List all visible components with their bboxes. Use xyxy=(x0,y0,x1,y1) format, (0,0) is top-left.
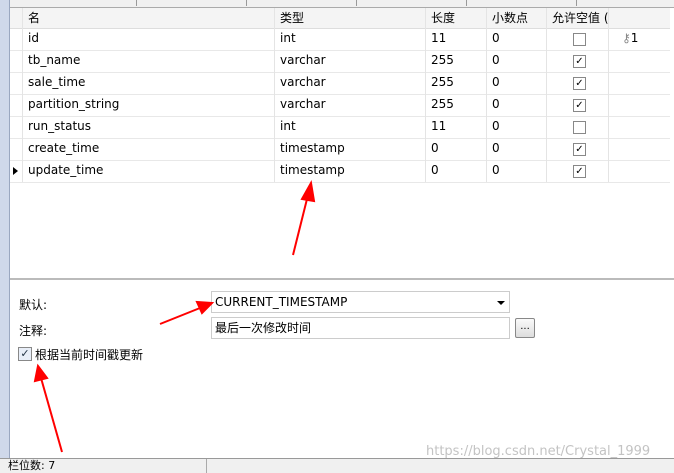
nullable-cell[interactable] xyxy=(546,28,608,50)
table-row[interactable]: sale_time varchar 255 0 ✓ xyxy=(10,72,670,95)
field-decimal[interactable]: 0 xyxy=(486,28,546,50)
watermark: https://blog.csdn.net/Crystal_1999 xyxy=(426,444,651,459)
key-cell[interactable] xyxy=(608,50,670,72)
row-indicator[interactable] xyxy=(10,116,22,138)
col-header-key[interactable] xyxy=(608,8,670,28)
nullable-checkbox[interactable]: ✓ xyxy=(573,165,586,178)
col-header-type[interactable]: 类型 xyxy=(274,8,425,28)
fields-grid: 名 类型 长度 小数点 允许空值 ( id int 11 0 ⚷1 tb_nam… xyxy=(10,8,674,280)
header-indicator xyxy=(10,8,22,28)
field-decimal[interactable]: 0 xyxy=(486,72,546,94)
nullable-checkbox[interactable]: ✓ xyxy=(573,55,586,68)
nullable-cell[interactable] xyxy=(546,116,608,138)
comment-input[interactable]: 最后一次修改时间 xyxy=(211,317,510,339)
status-bar: 栏位数: 7 xyxy=(0,458,674,473)
arrow-to-default xyxy=(159,307,201,325)
table-row[interactable]: partition_string varchar 255 0 ✓ xyxy=(10,94,670,117)
key-order: 1 xyxy=(630,31,639,45)
on-update-label: 根据当前时间戳更新 xyxy=(35,348,144,362)
field-name[interactable]: partition_string xyxy=(22,94,274,116)
field-name[interactable]: sale_time xyxy=(22,72,274,94)
nullable-checkbox[interactable]: ✓ xyxy=(573,99,586,112)
row-indicator[interactable] xyxy=(10,160,22,182)
field-length[interactable]: 11 xyxy=(425,28,486,50)
field-decimal[interactable]: 0 xyxy=(486,94,546,116)
field-type[interactable]: timestamp xyxy=(274,138,425,160)
nullable-cell[interactable]: ✓ xyxy=(546,160,608,182)
default-label: 默认: xyxy=(19,298,48,312)
field-name[interactable]: id xyxy=(22,28,274,50)
field-name[interactable]: create_time xyxy=(22,138,274,160)
field-name[interactable]: tb_name xyxy=(22,50,274,72)
field-name[interactable]: run_status xyxy=(22,116,274,138)
field-decimal[interactable]: 0 xyxy=(486,116,546,138)
current-row-pointer-icon xyxy=(13,167,18,175)
field-length[interactable]: 255 xyxy=(425,94,486,116)
key-cell[interactable]: ⚷1 xyxy=(608,28,670,50)
nullable-cell[interactable]: ✓ xyxy=(546,50,608,72)
left-panel-edge xyxy=(0,0,10,472)
field-type[interactable]: int xyxy=(274,116,425,138)
table-row[interactable]: create_time timestamp 0 0 ✓ xyxy=(10,138,670,161)
default-value: CURRENT_TIMESTAMP xyxy=(215,295,348,309)
table-row[interactable]: update_time timestamp 0 0 ✓ xyxy=(10,160,670,183)
row-indicator[interactable] xyxy=(10,72,22,94)
nullable-cell[interactable]: ✓ xyxy=(546,72,608,94)
col-header-decimal[interactable]: 小数点 xyxy=(486,8,546,28)
field-decimal[interactable]: 0 xyxy=(486,50,546,72)
field-type[interactable]: timestamp xyxy=(274,160,425,182)
field-length[interactable]: 255 xyxy=(425,72,486,94)
arrow-to-checkbox xyxy=(40,377,63,453)
dropdown-arrow-icon[interactable] xyxy=(497,301,505,305)
key-cell[interactable] xyxy=(608,116,670,138)
col-header-length[interactable]: 长度 xyxy=(425,8,486,28)
field-length[interactable]: 0 xyxy=(425,138,486,160)
nullable-checkbox[interactable]: ✓ xyxy=(573,77,586,90)
row-indicator[interactable] xyxy=(10,138,22,160)
comment-browse-button[interactable]: ... xyxy=(515,318,535,338)
field-decimal[interactable]: 0 xyxy=(486,138,546,160)
nullable-cell[interactable]: ✓ xyxy=(546,138,608,160)
nullable-checkbox[interactable] xyxy=(573,121,586,134)
table-row[interactable]: id int 11 0 ⚷1 xyxy=(10,28,670,51)
default-select[interactable]: CURRENT_TIMESTAMP xyxy=(211,291,510,313)
nullable-checkbox[interactable] xyxy=(573,33,586,46)
nullable-checkbox[interactable]: ✓ xyxy=(573,143,586,156)
col-header-nullable[interactable]: 允许空值 ( xyxy=(546,8,608,28)
key-icon: ⚷ xyxy=(622,31,631,45)
key-cell[interactable] xyxy=(608,94,670,116)
row-indicator[interactable] xyxy=(10,50,22,72)
on-update-checkbox[interactable]: ✓ xyxy=(18,347,32,361)
field-length[interactable]: 0 xyxy=(425,160,486,182)
grid-header: 名 类型 长度 小数点 允许空值 ( xyxy=(10,8,670,29)
comment-label: 注释: xyxy=(19,324,48,338)
key-cell[interactable] xyxy=(608,72,670,94)
row-indicator[interactable] xyxy=(10,94,22,116)
tab-strip xyxy=(10,0,674,8)
table-row[interactable]: tb_name varchar 255 0 ✓ xyxy=(10,50,670,73)
field-type[interactable]: varchar xyxy=(274,72,425,94)
field-type[interactable]: varchar xyxy=(274,94,425,116)
key-cell[interactable] xyxy=(608,160,670,182)
key-cell[interactable] xyxy=(608,138,670,160)
table-row[interactable]: run_status int 11 0 xyxy=(10,116,670,139)
field-decimal[interactable]: 0 xyxy=(486,160,546,182)
field-name[interactable]: update_time xyxy=(22,160,274,182)
field-type[interactable]: int xyxy=(274,28,425,50)
nullable-cell[interactable]: ✓ xyxy=(546,94,608,116)
field-type[interactable]: varchar xyxy=(274,50,425,72)
col-header-name[interactable]: 名 xyxy=(22,8,274,28)
field-length[interactable]: 11 xyxy=(425,116,486,138)
field-length[interactable]: 255 xyxy=(425,50,486,72)
row-indicator[interactable] xyxy=(10,28,22,50)
field-count: 栏位数: 7 xyxy=(8,459,56,472)
